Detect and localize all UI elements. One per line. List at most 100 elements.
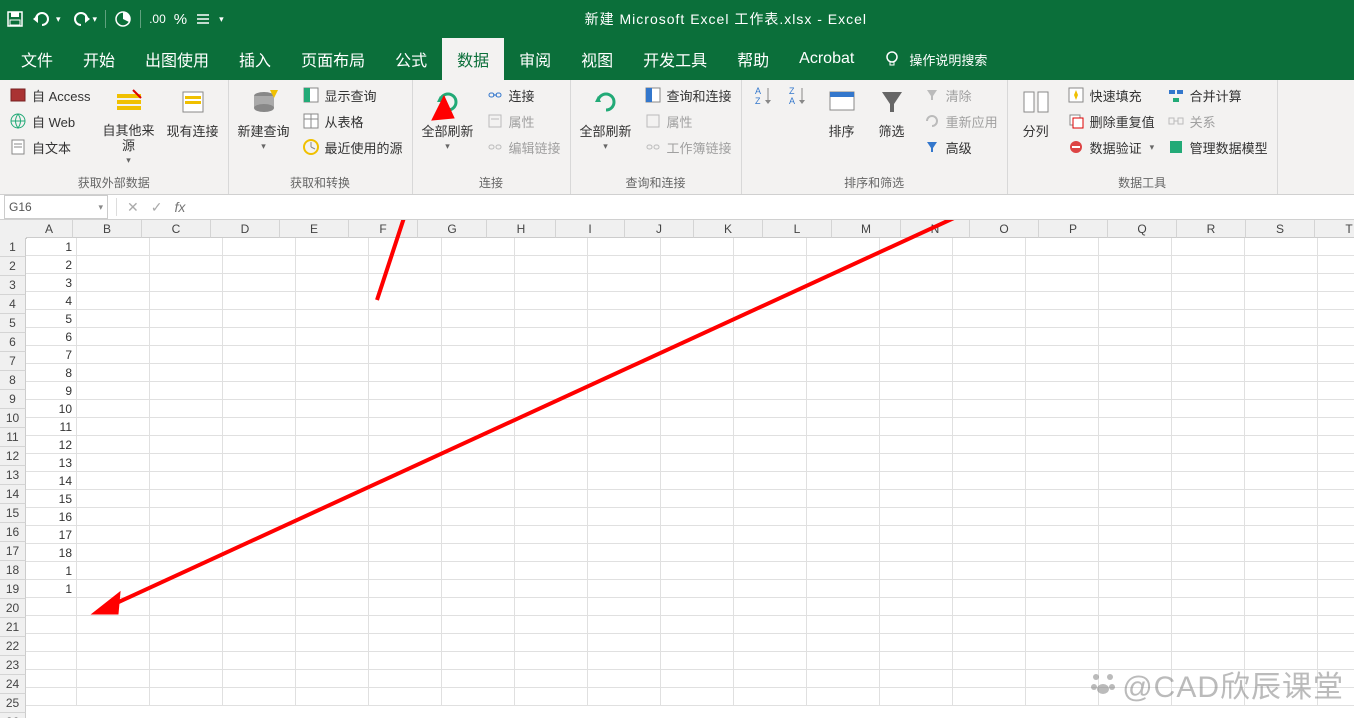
- cell[interactable]: [26, 652, 77, 670]
- cell[interactable]: [734, 526, 807, 544]
- from-other-button[interactable]: 自其他来源: [100, 82, 158, 168]
- cell[interactable]: [296, 418, 369, 436]
- cell[interactable]: [1245, 508, 1318, 526]
- row-header[interactable]: 9: [0, 390, 26, 409]
- cell[interactable]: [1026, 400, 1099, 418]
- cell[interactable]: [296, 310, 369, 328]
- cell[interactable]: [1245, 256, 1318, 274]
- cell[interactable]: [661, 238, 734, 256]
- cell[interactable]: [296, 562, 369, 580]
- cell[interactable]: [223, 688, 296, 706]
- cell[interactable]: [1172, 490, 1245, 508]
- cell[interactable]: [442, 688, 515, 706]
- undo-button[interactable]: ▾: [32, 11, 61, 27]
- row-header[interactable]: 13: [0, 466, 26, 485]
- cell[interactable]: [369, 508, 442, 526]
- cell[interactable]: [223, 526, 296, 544]
- cell[interactable]: [661, 364, 734, 382]
- cell[interactable]: [1099, 418, 1172, 436]
- cell[interactable]: [880, 364, 953, 382]
- cell[interactable]: [150, 544, 223, 562]
- column-header[interactable]: A: [26, 220, 73, 238]
- row-header[interactable]: 4: [0, 295, 26, 314]
- cell[interactable]: [1026, 454, 1099, 472]
- cell[interactable]: [661, 616, 734, 634]
- cell[interactable]: [369, 382, 442, 400]
- cell[interactable]: [296, 616, 369, 634]
- cell[interactable]: [223, 562, 296, 580]
- cell[interactable]: [880, 454, 953, 472]
- row-header[interactable]: 3: [0, 276, 26, 295]
- cell[interactable]: [223, 580, 296, 598]
- cell[interactable]: [1318, 292, 1354, 310]
- cell[interactable]: [880, 472, 953, 490]
- cell[interactable]: [1099, 526, 1172, 544]
- row-header[interactable]: 12: [0, 447, 26, 466]
- cell[interactable]: [296, 400, 369, 418]
- tab-数据[interactable]: 数据: [442, 38, 504, 80]
- cell[interactable]: [953, 238, 1026, 256]
- cell[interactable]: [588, 616, 661, 634]
- cell[interactable]: [442, 436, 515, 454]
- cell[interactable]: [1099, 292, 1172, 310]
- cell[interactable]: [734, 274, 807, 292]
- cell[interactable]: [296, 508, 369, 526]
- cell[interactable]: [734, 400, 807, 418]
- row-header[interactable]: 17: [0, 542, 26, 561]
- cell[interactable]: [1318, 274, 1354, 292]
- cell[interactable]: [880, 688, 953, 706]
- row-header[interactable]: 10: [0, 409, 26, 428]
- cell[interactable]: [1318, 616, 1354, 634]
- cell[interactable]: [515, 256, 588, 274]
- cell[interactable]: [1026, 382, 1099, 400]
- column-header[interactable]: I: [556, 220, 625, 238]
- cell[interactable]: 6: [26, 328, 77, 346]
- data-model-button[interactable]: 管理数据模型: [1164, 134, 1271, 160]
- cell[interactable]: [953, 670, 1026, 688]
- cell[interactable]: [296, 598, 369, 616]
- cell[interactable]: [1245, 400, 1318, 418]
- cell[interactable]: [77, 454, 150, 472]
- cell[interactable]: [442, 526, 515, 544]
- cell[interactable]: [442, 580, 515, 598]
- cell[interactable]: [296, 454, 369, 472]
- cell[interactable]: [150, 472, 223, 490]
- cell[interactable]: [369, 310, 442, 328]
- cell[interactable]: [1318, 472, 1354, 490]
- cell[interactable]: [369, 562, 442, 580]
- cell[interactable]: [734, 562, 807, 580]
- cell[interactable]: [77, 544, 150, 562]
- cell[interactable]: [661, 328, 734, 346]
- cell[interactable]: [1026, 598, 1099, 616]
- cell[interactable]: [588, 472, 661, 490]
- cell[interactable]: [150, 634, 223, 652]
- cell[interactable]: [953, 454, 1026, 472]
- cell[interactable]: [1245, 346, 1318, 364]
- tab-公式[interactable]: 公式: [380, 38, 442, 80]
- cell[interactable]: [1318, 634, 1354, 652]
- fx-button[interactable]: fx: [168, 199, 191, 215]
- cell[interactable]: [442, 670, 515, 688]
- cell[interactable]: [880, 670, 953, 688]
- cell[interactable]: [661, 688, 734, 706]
- cell[interactable]: [1172, 346, 1245, 364]
- cell[interactable]: [1099, 274, 1172, 292]
- cell[interactable]: [515, 400, 588, 418]
- cell[interactable]: [734, 688, 807, 706]
- cell[interactable]: [661, 526, 734, 544]
- cell[interactable]: [442, 616, 515, 634]
- cell[interactable]: [26, 634, 77, 652]
- cell[interactable]: [369, 400, 442, 418]
- cell[interactable]: 11: [26, 418, 77, 436]
- column-header[interactable]: S: [1246, 220, 1315, 238]
- flash-fill-button[interactable]: 快速填充: [1064, 82, 1158, 108]
- cell[interactable]: [442, 238, 515, 256]
- enter-formula-button[interactable]: ✓: [145, 199, 169, 216]
- cell[interactable]: [807, 256, 880, 274]
- cell[interactable]: [1172, 508, 1245, 526]
- cell[interactable]: [1318, 400, 1354, 418]
- cell[interactable]: [807, 346, 880, 364]
- cell[interactable]: [734, 472, 807, 490]
- cell[interactable]: [807, 472, 880, 490]
- cell[interactable]: [223, 292, 296, 310]
